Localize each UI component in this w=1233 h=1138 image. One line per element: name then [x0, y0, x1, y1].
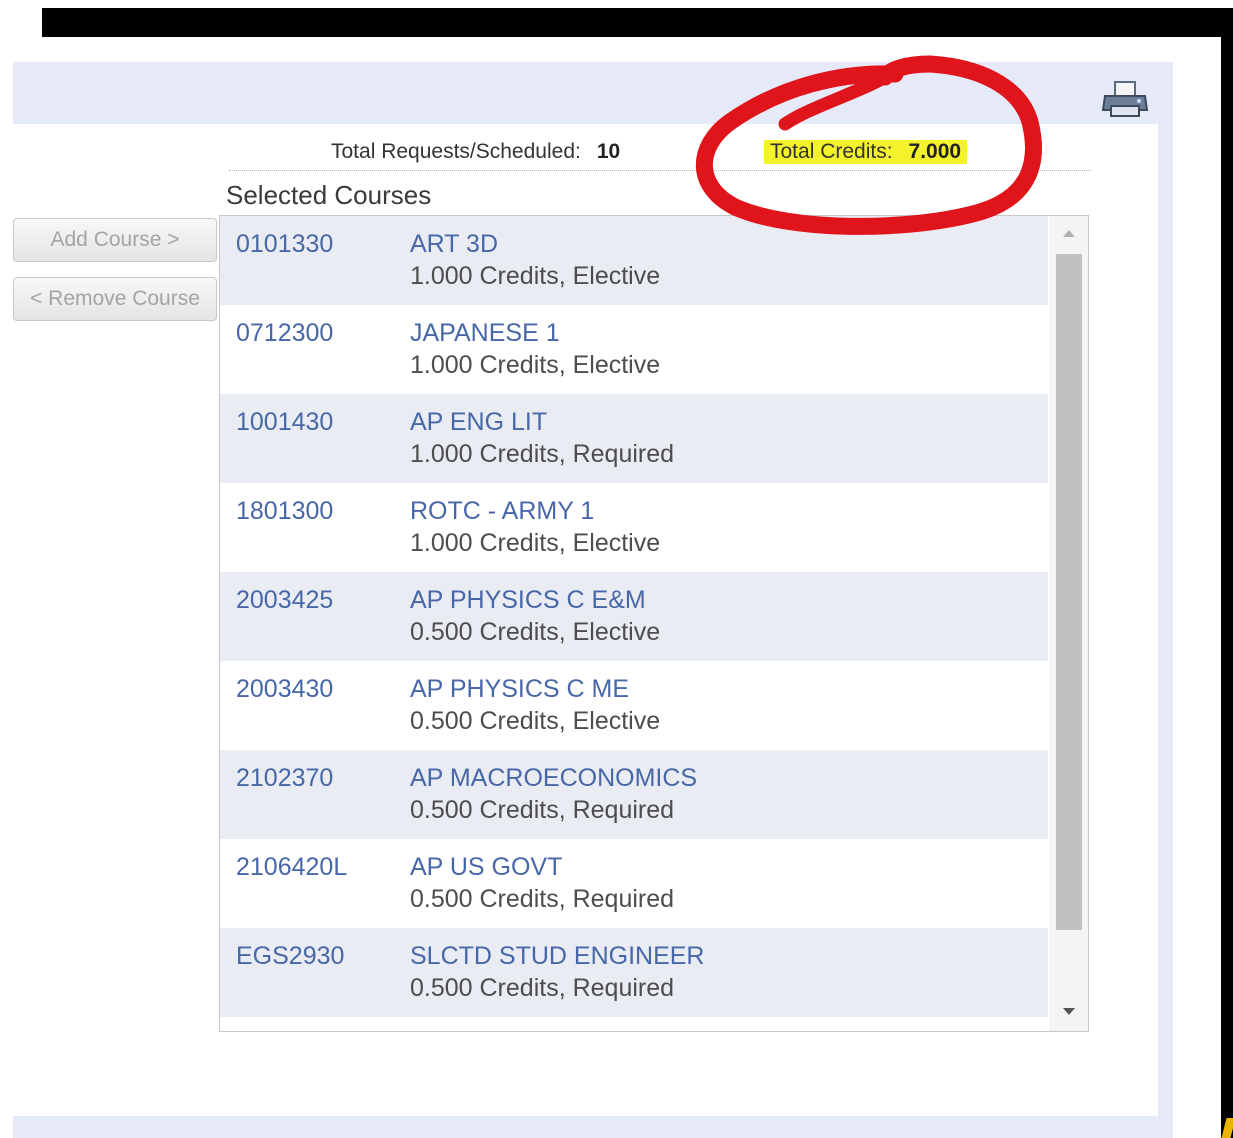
course-name[interactable]: JAPANESE 1 — [410, 319, 560, 348]
course-code[interactable]: 1801300 — [236, 497, 333, 526]
course-name[interactable]: AP PHYSICS C ME — [410, 675, 629, 704]
course-code[interactable]: EGS2930 — [236, 942, 344, 971]
course-row[interactable]: 2003425 AP PHYSICS C E&M 0.500 Credits, … — [220, 572, 1048, 661]
total-credits: Total Credits: 7.000 — [764, 140, 968, 164]
course-row[interactable]: 1001430 AP ENG LIT 1.000 Credits, Requir… — [220, 394, 1048, 483]
course-name[interactable]: ART 3D — [410, 230, 498, 259]
total-credits-label: Total Credits: — [770, 140, 893, 163]
list-scrollbar[interactable] — [1049, 216, 1088, 1031]
panel-header — [13, 62, 1173, 124]
total-requests: Total Requests/Scheduled: 10 — [331, 140, 620, 164]
printer-icon[interactable] — [1101, 80, 1149, 120]
course-name[interactable]: SLCTD STUD ENGINEER — [410, 942, 704, 971]
course-code[interactable]: 2106420L — [236, 853, 347, 882]
add-course-button[interactable]: Add Course > — [13, 218, 217, 262]
course-detail: 0.500 Credits, Required — [410, 885, 675, 913]
window-top-border — [42, 8, 1233, 37]
course-detail: 0.500 Credits, Required — [410, 974, 675, 1002]
course-detail: 0.500 Credits, Elective — [410, 618, 661, 646]
remove-course-button[interactable]: < Remove Course — [13, 277, 217, 321]
course-code[interactable]: 2003430 — [236, 675, 333, 704]
course-code[interactable]: 0712300 — [236, 319, 333, 348]
course-row[interactable]: 2106420L AP US GOVT 0.500 Credits, Requi… — [220, 839, 1048, 928]
course-row[interactable]: 0712300 JAPANESE 1 1.000 Credits, Electi… — [220, 305, 1048, 394]
course-row[interactable]: 2102370 AP MACROECONOMICS 0.500 Credits,… — [220, 750, 1048, 839]
course-detail: 1.000 Credits, Required — [410, 440, 675, 468]
course-row[interactable]: 1801300 ROTC - ARMY 1 1.000 Credits, Ele… — [220, 483, 1048, 572]
section-title: Selected Courses — [226, 180, 432, 210]
selected-courses-list[interactable]: 0101330 ART 3D 1.000 Credits, Elective 0… — [219, 215, 1089, 1032]
course-name[interactable]: AP MACROECONOMICS — [410, 764, 697, 793]
total-requests-label: Total Requests/Scheduled: — [331, 140, 581, 163]
course-row[interactable]: 2003430 AP PHYSICS C ME 0.500 Credits, E… — [220, 661, 1048, 750]
course-name[interactable]: AP US GOVT — [410, 853, 562, 882]
course-code[interactable]: 0101330 — [236, 230, 333, 259]
course-detail: 1.000 Credits, Elective — [410, 351, 661, 379]
summary-bar: Total Requests/Scheduled: 10 Total Credit… — [229, 138, 1091, 171]
course-name[interactable]: AP PHYSICS C E&M — [410, 586, 646, 615]
scroll-up-arrow-icon[interactable] — [1063, 230, 1075, 237]
course-row[interactable]: 0101330 ART 3D 1.000 Credits, Elective — [220, 216, 1048, 305]
course-code[interactable]: 2003425 — [236, 586, 333, 615]
course-code[interactable]: 2102370 — [236, 764, 333, 793]
window-right-border — [1221, 8, 1233, 1138]
total-requests-value: 10 — [596, 140, 621, 163]
scroll-thumb[interactable] — [1056, 254, 1082, 930]
course-detail: 1.000 Credits, Elective — [410, 262, 661, 290]
total-credits-value: 7.000 — [908, 140, 962, 163]
course-name[interactable]: AP ENG LIT — [410, 408, 547, 437]
course-name[interactable]: ROTC - ARMY 1 — [410, 497, 594, 526]
scroll-down-arrow-icon[interactable] — [1063, 1008, 1075, 1015]
panel-footer — [13, 1116, 1173, 1138]
course-detail: 1.000 Credits, Elective — [410, 529, 661, 557]
course-row[interactable]: EGS2930 SLCTD STUD ENGINEER 0.500 Credit… — [220, 928, 1048, 1017]
course-detail: 0.500 Credits, Required — [410, 796, 675, 824]
panel-side-border — [1158, 62, 1173, 1122]
course-code[interactable]: 1001430 — [236, 408, 333, 437]
course-detail: 0.500 Credits, Elective — [410, 707, 661, 735]
